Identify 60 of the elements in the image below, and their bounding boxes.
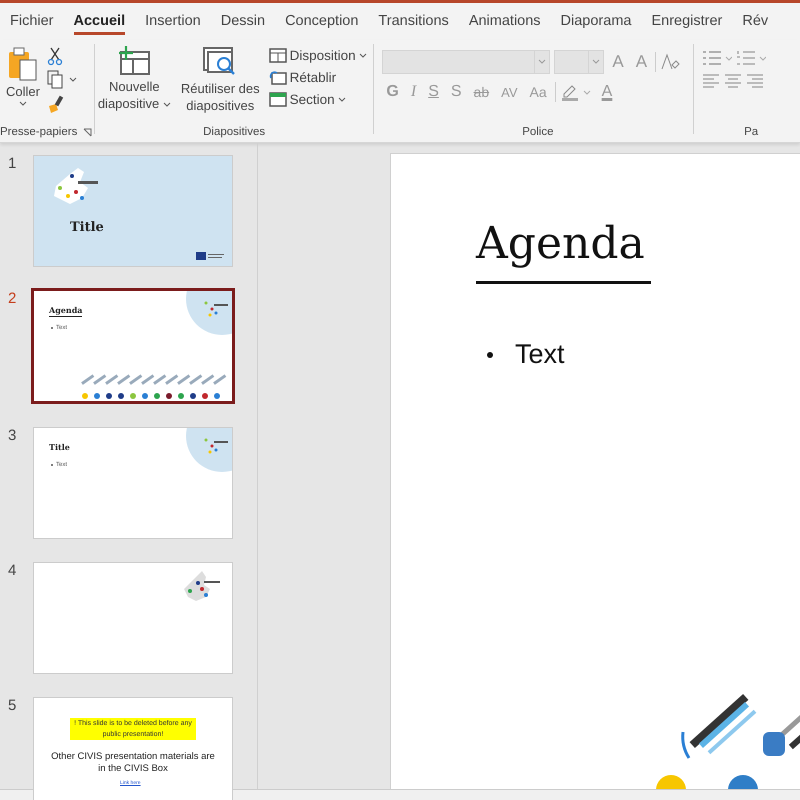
group-label: Diapositives [203, 126, 266, 138]
ribbon-tab[interactable]: Enregistrer [641, 6, 732, 36]
slide-number: 2 [7, 290, 18, 307]
ribbon-tab[interactable]: Transitions [368, 6, 459, 36]
slide-number: 5 [7, 697, 18, 714]
section-icon [268, 92, 287, 107]
ribbon-tab[interactable]: Accueil [64, 6, 136, 36]
copy-icon[interactable] [46, 70, 77, 90]
new-slide-button[interactable]: Nouvelle diapositive [94, 44, 174, 114]
dialog-launcher-icon[interactable] [83, 128, 92, 136]
slide-thumbnail[interactable]: Title [33, 155, 233, 267]
eu-flag-icon [196, 252, 226, 260]
slide-title: Agenda [49, 305, 82, 317]
align-center-icon[interactable] [724, 74, 742, 88]
layout-icon [268, 48, 287, 63]
slide-bullet-text: Text [515, 339, 565, 370]
font-name-field[interactable] [382, 50, 550, 74]
slide-number: 3 [7, 427, 18, 444]
scissors-icon[interactable] [46, 46, 63, 66]
caret-icon [538, 59, 546, 65]
ribbon-tab[interactable]: Insertion [135, 6, 211, 36]
slide-number: 4 [7, 562, 18, 579]
group-label: Pa [744, 126, 758, 138]
bullet-icon [487, 352, 493, 358]
slide-title: Title [70, 220, 104, 235]
format-painter-icon[interactable] [46, 94, 65, 114]
ribbon-tab[interactable]: Diaporama [550, 6, 642, 36]
group-label: Police [522, 126, 554, 138]
reset-button[interactable]: Rétablir [266, 68, 369, 87]
paste-button[interactable]: Coller [0, 44, 43, 109]
slide-thumbnail[interactable] [33, 562, 233, 674]
map-logo-drawing [184, 428, 232, 474]
slide-title: Agenda [476, 218, 651, 284]
slide-title: Title [49, 442, 70, 452]
align-right-icon[interactable] [746, 74, 764, 88]
caret-icon [162, 102, 171, 108]
slide-body-text: Other CIVIS presentation materials are in the CIVIS Box [50, 751, 216, 775]
bullet-list-icon[interactable] [702, 50, 732, 66]
numbered-list-icon[interactable] [736, 50, 766, 66]
ribbon-tab[interactable]: Rév [732, 6, 778, 36]
slide-number: 1 [7, 155, 18, 172]
ribbon-tab[interactable]: Animations [458, 6, 551, 36]
caret-icon [358, 52, 367, 58]
align-left-icon[interactable] [702, 74, 720, 88]
group-label: Presse-papiers [0, 126, 78, 138]
section-button[interactable]: Section [266, 90, 369, 109]
font-size-field[interactable] [554, 50, 604, 74]
caret-icon [18, 101, 27, 107]
reuse-slides-button[interactable]: Réutiliser des diapositives [178, 44, 263, 116]
caret-icon [592, 59, 600, 65]
ribbon-tab[interactable]: Fichier [0, 6, 64, 36]
ribbon-tab[interactable]: Dessin [210, 6, 276, 36]
map-logo-drawing [184, 291, 232, 337]
ribbon-tab[interactable]: Conception [275, 6, 368, 36]
clipboard-icon [6, 46, 39, 82]
clear-formatting-icon[interactable] [660, 53, 680, 71]
caret-icon [338, 96, 346, 102]
new-slide-icon [117, 46, 152, 76]
layout-button[interactable]: Disposition [266, 46, 369, 65]
reset-icon [268, 70, 287, 85]
